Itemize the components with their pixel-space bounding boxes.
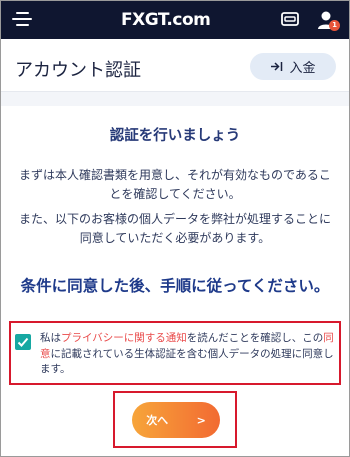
chevron-right-icon: > [196, 413, 206, 427]
sign-in-arrow-icon [271, 62, 283, 71]
page-header: アカウント認証 入金 [1, 39, 349, 92]
next-button-label: 次へ [146, 414, 169, 427]
logo-part-gt: GT [144, 10, 167, 30]
top-navigation-bar: FXGT.com 1 [1, 1, 349, 39]
consent-text-after: に記載されている生体認証を含む個人データの処理に同意します。 [40, 347, 334, 376]
next-button-highlight: 次へ > [113, 391, 237, 448]
deposit-button[interactable]: 入金 [250, 53, 336, 80]
checkmark-icon [17, 337, 29, 347]
page-title: アカウント認証 [15, 60, 141, 81]
consent-text: 私はプライバシーに関する通知を読んだことを確認し、この同意に記載されている生体認… [40, 331, 340, 378]
verification-content: 認証を行いましょう まずは本人確認書類を用意し、それが有効なものであることを確認… [1, 106, 349, 456]
consent-section: 私はプライバシーに関する通知を読んだことを確認し、この同意に記載されている生体認… [9, 321, 341, 385]
logo-part-fx: FX [121, 10, 145, 30]
intro-paragraph: まずは本人確認書類を用意し、それが有効なものであることを確認してください。 [19, 168, 331, 201]
instruction-text: 条件に同意した後、手順に従ってください。 [20, 277, 330, 295]
fxgt-logo[interactable]: FXGT.com [121, 10, 211, 30]
section-divider [1, 92, 349, 106]
data-processing-paragraph: また、以下のお客様の個人データを弊社が処理することに同意していただく必要がありま… [18, 212, 331, 245]
logo-part-com: .com [166, 10, 211, 30]
section-heading: 認証を行いましょう [109, 128, 241, 144]
privacy-notice-link[interactable]: プライバシーに関する通知 [61, 332, 187, 344]
next-button[interactable]: 次へ > [132, 402, 220, 438]
consent-checkbox[interactable] [15, 334, 31, 350]
wallet-icon[interactable] [281, 12, 299, 26]
consent-text-middle: を読んだことを確認し、この [186, 332, 324, 344]
notification-badge: 1 [329, 20, 340, 31]
deposit-label: 入金 [289, 61, 316, 76]
consent-text-before: 私は [40, 332, 61, 344]
menu-icon[interactable] [12, 10, 32, 28]
